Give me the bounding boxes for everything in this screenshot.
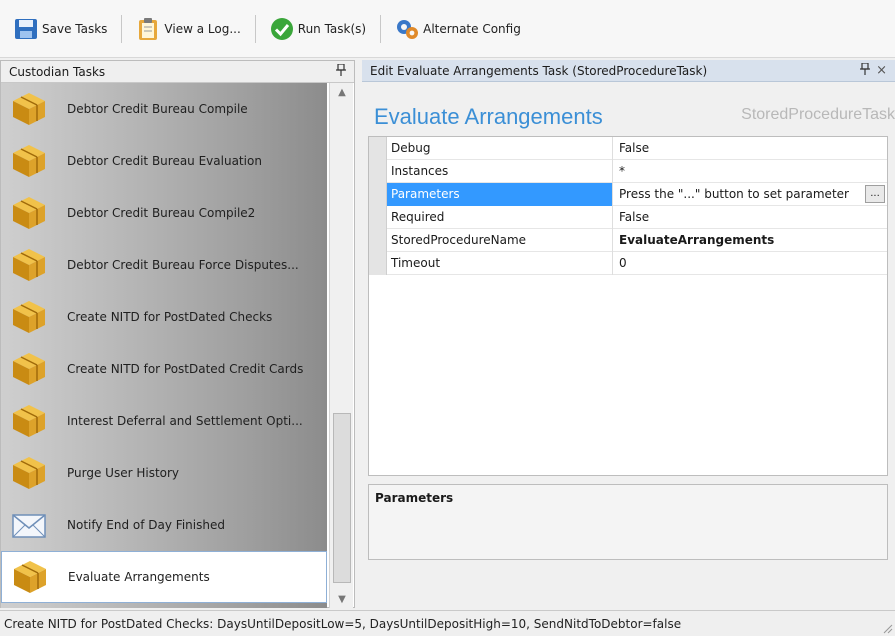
property-row[interactable]: Required False xyxy=(369,205,887,229)
task-type-label: StoredProcedureTask xyxy=(741,106,895,123)
task-item-label: Create NITD for PostDated Checks xyxy=(67,310,273,324)
property-value[interactable]: EvaluateArrangements xyxy=(613,229,887,252)
task-item[interactable]: Debtor Credit Bureau Force Disputes... xyxy=(1,239,327,291)
run-tasks-label: Run Task(s) xyxy=(297,21,367,36)
task-item-label: Debtor Credit Bureau Force Disputes... xyxy=(67,258,299,272)
task-item-label: Evaluate Arrangements xyxy=(68,570,210,584)
property-value[interactable]: False xyxy=(613,206,887,229)
task-item[interactable]: Debtor Credit Bureau Compile xyxy=(1,83,327,135)
property-row-gutter xyxy=(369,228,387,252)
property-grid: Debug False Instances * Parameters Press the … xyxy=(368,136,888,476)
view-log-label: View a Log... xyxy=(164,21,241,36)
property-name: Parameters xyxy=(387,182,613,206)
property-value[interactable]: Press the "..." button to set parameter.… xyxy=(613,183,887,206)
status-text: Create NITD for PostDated Checks: DaysUn… xyxy=(4,616,682,631)
task-item-label: Debtor Credit Bureau Evaluation xyxy=(67,154,262,168)
save-icon xyxy=(14,17,38,41)
box-icon xyxy=(11,403,47,439)
box-icon xyxy=(11,299,47,335)
task-title: Evaluate Arrangements xyxy=(374,104,603,129)
scroll-up-icon[interactable]: ▲ xyxy=(330,83,354,101)
property-value-text: False xyxy=(619,210,650,224)
property-name: StoredProcedureName xyxy=(387,228,613,252)
pin-icon[interactable] xyxy=(336,63,346,79)
green-check-icon xyxy=(270,17,294,41)
close-icon[interactable]: × xyxy=(876,63,887,78)
box-icon xyxy=(11,195,47,231)
toolbar-separator xyxy=(254,14,256,43)
alternate-config-label: Alternate Config xyxy=(423,21,521,36)
box-icon xyxy=(12,559,48,595)
property-row[interactable]: Parameters Press the "..." button to set … xyxy=(369,182,887,206)
task-item[interactable]: Create NITD for PostDated Checks xyxy=(1,291,327,343)
task-item-label: Debtor Credit Bureau Compile2 xyxy=(67,206,256,220)
description-title: Parameters xyxy=(375,491,454,505)
property-row[interactable]: Instances * xyxy=(369,159,887,183)
property-value-text: * xyxy=(619,164,625,178)
property-row[interactable]: StoredProcedureName EvaluateArrangements xyxy=(369,228,887,252)
task-item-label: Interest Deferral and Settlement Opti... xyxy=(67,414,303,428)
task-item[interactable]: Interest Deferral and Settlement Opti... xyxy=(1,395,327,447)
property-value-text: Press the "..." button to set parameter xyxy=(619,187,849,201)
property-value[interactable]: 0 xyxy=(613,252,887,275)
box-icon xyxy=(11,455,47,491)
task-item-label: Purge User History xyxy=(67,466,180,480)
task-item[interactable]: Debtor Credit Bureau Evaluation xyxy=(1,135,327,187)
resize-grip-icon[interactable] xyxy=(881,622,893,634)
run-tasks-button[interactable]: Run Task(s) xyxy=(264,13,372,45)
property-row-gutter xyxy=(369,182,387,206)
view-log-button[interactable]: View a Log... xyxy=(130,13,246,45)
property-row-gutter xyxy=(369,159,387,183)
property-row-gutter xyxy=(369,251,387,275)
property-name: Timeout xyxy=(387,251,613,275)
toolbar-separator xyxy=(121,14,123,43)
envelope-icon xyxy=(11,507,47,543)
scroll-thumb[interactable] xyxy=(333,413,351,583)
ellipsis-button[interactable]: ... xyxy=(865,184,885,203)
property-row[interactable]: Timeout 0 xyxy=(369,251,887,275)
toolbar: Save Tasks View a Log... Run Task(s) Alt… xyxy=(0,0,895,58)
alternate-config-button[interactable]: Alternate Config xyxy=(389,13,527,45)
save-tasks-button[interactable]: Save Tasks xyxy=(8,13,113,45)
task-item[interactable]: Purge User History xyxy=(1,447,327,499)
edit-task-panel: Edit Evaluate Arrangements Task (StoredP… xyxy=(362,60,895,608)
task-item[interactable]: Evaluate Arrangements xyxy=(1,551,327,603)
property-value[interactable]: * xyxy=(613,160,887,183)
property-name: Required xyxy=(387,205,613,229)
gears-icon xyxy=(395,17,419,41)
toolbar-separator xyxy=(380,14,382,43)
task-item[interactable]: Create NITD for PostDated Credit Cards xyxy=(1,343,327,395)
task-list: Debtor Credit Bureau Compile Debtor Credi… xyxy=(1,83,327,608)
save-tasks-label: Save Tasks xyxy=(42,21,108,36)
edit-task-header-title: Edit Evaluate Arrangements Task (StoredP… xyxy=(370,63,708,78)
property-value-text: EvaluateArrangements xyxy=(619,233,775,247)
edit-task-header: Edit Evaluate Arrangements Task (StoredP… xyxy=(362,60,895,82)
scroll-down-icon[interactable]: ▼ xyxy=(330,590,354,608)
property-row-gutter xyxy=(369,136,387,160)
box-icon xyxy=(11,247,47,283)
property-row[interactable]: Debug False xyxy=(369,136,887,160)
task-item[interactable]: Debtor Credit Bureau Compile2 xyxy=(1,187,327,239)
property-value-text: 0 xyxy=(619,256,627,270)
pin-icon[interactable] xyxy=(860,62,871,78)
box-icon xyxy=(11,351,47,387)
property-value-text: False xyxy=(619,141,650,155)
task-item-label: Debtor Credit Bureau Compile xyxy=(67,102,248,116)
box-icon xyxy=(11,91,47,127)
property-row-gutter xyxy=(369,205,387,229)
custodian-tasks-header: Custodian Tasks xyxy=(1,61,354,83)
box-icon xyxy=(11,143,47,179)
custodian-tasks-panel: Custodian Tasks Debtor Credit Bureau Com… xyxy=(0,60,355,608)
task-item[interactable]: Notify End of Day Finished xyxy=(1,499,327,551)
task-item-label: Create NITD for PostDated Credit Cards xyxy=(67,362,304,376)
panel-title: Custodian Tasks xyxy=(9,64,106,79)
property-name: Instances xyxy=(387,159,613,183)
task-item-label: Notify End of Day Finished xyxy=(67,518,225,532)
property-name: Debug xyxy=(387,136,613,160)
task-list-scrollbar[interactable]: ▲ ▼ xyxy=(329,83,353,608)
property-value[interactable]: False xyxy=(613,137,887,160)
property-description-pane: Parameters xyxy=(368,484,888,560)
status-bar: Create NITD for PostDated Checks: DaysUn… xyxy=(0,610,895,636)
clipboard-icon xyxy=(136,17,160,41)
